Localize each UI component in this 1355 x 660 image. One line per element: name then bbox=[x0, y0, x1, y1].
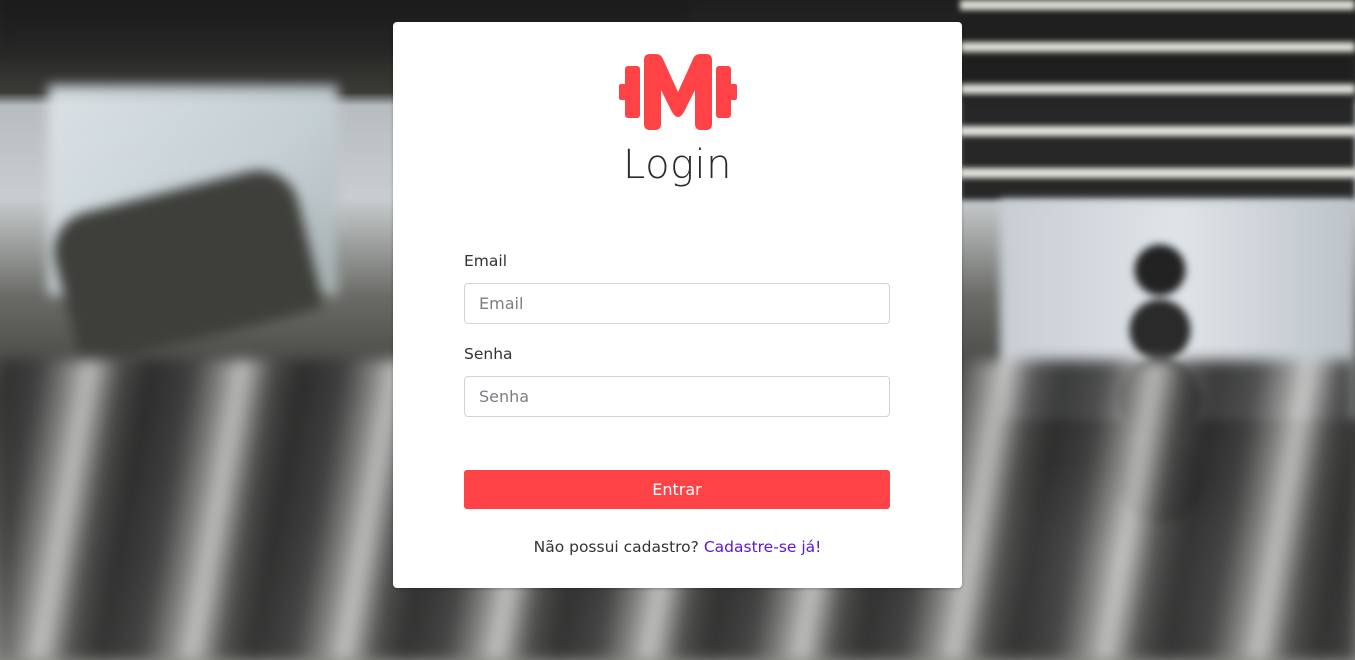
password-label: Senha bbox=[464, 345, 513, 363]
login-card: Login Email Senha Entrar Não possui cada… bbox=[393, 22, 962, 588]
background-ceiling bbox=[960, 0, 1355, 200]
dumbbell-m-logo-icon bbox=[619, 54, 737, 130]
password-input[interactable] bbox=[464, 376, 890, 417]
signup-link[interactable]: Cadastre-se já! bbox=[704, 538, 822, 556]
signup-prompt-line: Não possui cadastro? Cadastre-se já! bbox=[393, 538, 962, 556]
signup-prompt-text: Não possui cadastro? bbox=[533, 538, 699, 556]
email-input[interactable] bbox=[464, 283, 890, 324]
email-label: Email bbox=[464, 252, 508, 270]
login-submit-button[interactable]: Entrar bbox=[464, 470, 890, 509]
page-title: Login bbox=[622, 142, 733, 188]
